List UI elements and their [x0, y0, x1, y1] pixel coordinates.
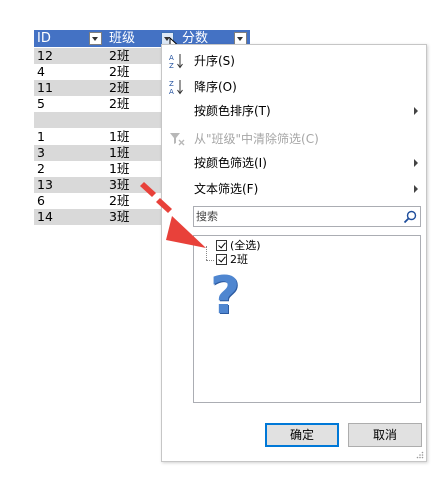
cell-id[interactable]: 13 [34, 177, 53, 193]
class-2-label: 2班 [230, 253, 248, 266]
search-box [193, 206, 421, 227]
resize-grip-icon[interactable] [416, 451, 424, 459]
table-row[interactable]: 11 2班 [34, 80, 161, 97]
cell-id[interactable]: 1 [34, 129, 45, 145]
menu-sort-descending-label: 降序(O) [194, 80, 237, 94]
cell-class[interactable] [106, 112, 109, 128]
menu-sort-by-color[interactable]: 按颜色排序(T) [162, 101, 426, 121]
ok-button[interactable]: 确定 [265, 423, 339, 447]
cell-id[interactable]: 6 [34, 193, 45, 209]
sort-descending-icon: Z A [169, 80, 183, 96]
cell-class[interactable]: 3班 [106, 209, 129, 225]
svg-text:A: A [169, 54, 174, 62]
cell-id[interactable]: 2 [34, 161, 45, 177]
cell-id[interactable] [34, 112, 37, 128]
cell-class[interactable]: 1班 [106, 129, 129, 145]
filter-dropdown-panel: A Z 升序(S) Z A 降序(O) 按颜色排序(T) 从"班级"中清除筛选(… [161, 44, 427, 462]
header-class[interactable]: 班级 [106, 30, 135, 47]
cell-id[interactable]: 3 [34, 145, 45, 161]
question-mark-annotation: ? [210, 266, 241, 326]
table-row[interactable]: 4 2班 [34, 64, 161, 80]
cell-class[interactable]: 2班 [106, 48, 129, 64]
clear-filter-icon [170, 133, 185, 146]
table-row[interactable]: 3 1班 [34, 144, 161, 161]
cancel-button[interactable]: 取消 [348, 423, 422, 447]
header-id[interactable]: ID [34, 30, 51, 47]
menu-sort-ascending[interactable]: A Z 升序(S) [162, 51, 426, 71]
cell-id[interactable]: 5 [34, 96, 45, 112]
filter-dropdown-id[interactable] [89, 32, 102, 45]
menu-clear-filter: 从"班级"中清除筛选(C) [162, 129, 426, 149]
cell-class[interactable]: 2班 [106, 193, 129, 209]
menu-sort-ascending-label: 升序(S) [194, 54, 235, 68]
table-row[interactable]: 12 2班 [34, 48, 161, 64]
table-row[interactable]: 5 2班 [34, 96, 161, 112]
submenu-arrow-icon [414, 185, 418, 193]
cell-class[interactable]: 2班 [106, 64, 129, 80]
menu-sort-by-color-label: 按颜色排序(T) [194, 104, 271, 118]
svg-text:A: A [169, 88, 174, 96]
cell-class[interactable]: 1班 [106, 145, 129, 161]
svg-text:Z: Z [169, 62, 174, 70]
menu-filter-by-color[interactable]: 按颜色筛选(I) [162, 153, 426, 173]
select-all-checkbox[interactable] [216, 240, 227, 251]
cell-class[interactable]: 2班 [106, 96, 129, 112]
menu-clear-filter-label: 从"班级"中清除筛选(C) [194, 132, 319, 146]
search-icon[interactable] [403, 210, 417, 224]
cell-id[interactable]: 14 [34, 209, 53, 225]
cell-class[interactable]: 2班 [106, 80, 129, 96]
cell-id[interactable]: 4 [34, 64, 45, 80]
submenu-arrow-icon [414, 107, 418, 115]
submenu-arrow-icon [414, 159, 418, 167]
svg-text:Z: Z [169, 80, 174, 88]
cell-class[interactable]: 3班 [106, 177, 129, 193]
cell-id[interactable]: 11 [34, 80, 53, 96]
sort-ascending-icon: A Z [169, 54, 183, 70]
search-input[interactable] [196, 209, 396, 224]
table-row[interactable]: 1 1班 [34, 129, 161, 145]
class-2-checkbox[interactable] [216, 254, 227, 265]
select-all-label: (全选) [230, 239, 261, 252]
table-row[interactable]: 2 1班 [34, 161, 161, 177]
cell-id[interactable]: 12 [34, 48, 53, 64]
table-row[interactable] [34, 112, 161, 129]
menu-sort-descending[interactable]: Z A 降序(O) [162, 77, 426, 97]
menu-filter-by-color-label: 按颜色筛选(I) [194, 156, 267, 170]
red-arrow-annotation [140, 182, 206, 248]
tree-connector [206, 260, 214, 261]
cell-class[interactable]: 1班 [106, 161, 129, 177]
